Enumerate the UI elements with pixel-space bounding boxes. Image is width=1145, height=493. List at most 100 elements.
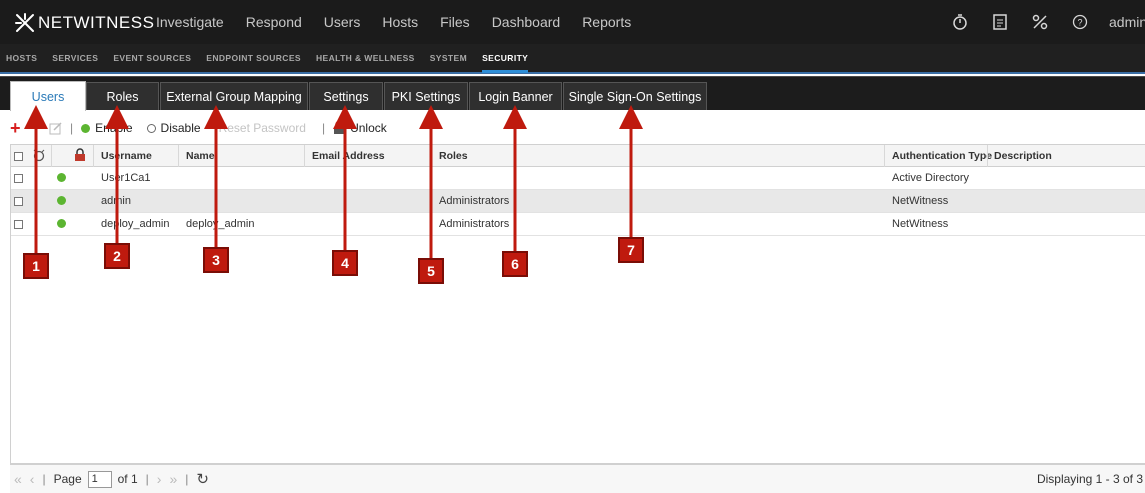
top-navigation-bar: NETWITNESS Investigate Respond Users Hos… — [0, 0, 1145, 44]
unlock-button[interactable]: Unlock — [333, 121, 387, 135]
unlock-label: Unlock — [350, 121, 387, 135]
cell-roles: Administrators — [439, 195, 510, 207]
enable-label: Enable — [95, 121, 133, 135]
nav-investigate[interactable]: Investigate — [156, 14, 224, 30]
column-divider — [93, 145, 94, 167]
user-menu[interactable]: admin — [1109, 14, 1145, 30]
help-icon[interactable]: ? — [1069, 11, 1091, 33]
page-count-label: of 1 — [117, 472, 138, 486]
callout-3: 3 — [203, 247, 229, 273]
grid-header: Username Name Email Address Roles Authen… — [11, 145, 1145, 167]
callout-6: 6 — [502, 251, 528, 277]
cell-authentication-type: Active Directory — [892, 172, 970, 184]
callout-4: 4 — [332, 250, 358, 276]
column-header-authentication-type[interactable]: Authentication Type — [892, 145, 992, 167]
table-row[interactable]: deploy_admin deploy_admin Administrators… — [11, 213, 1145, 236]
row-checkbox[interactable] — [14, 197, 23, 206]
main-nav: Investigate Respond Users Hosts Files Da… — [156, 14, 653, 30]
alarm-clock-icon — [32, 148, 46, 165]
page-number-input[interactable]: 1 — [87, 470, 112, 488]
pager-separator: | — [42, 472, 46, 486]
last-page-icon[interactable]: » — [169, 471, 177, 487]
tab-users[interactable]: Users — [10, 81, 86, 111]
subnav-event-sources[interactable]: EVENT SOURCES — [113, 53, 191, 63]
next-page-icon[interactable]: › — [157, 471, 162, 487]
column-header-roles[interactable]: Roles — [439, 145, 468, 167]
users-toolbar: + − | Enable Disable Reset Password | Un… — [10, 114, 1145, 142]
subnav-health-wellness[interactable]: HEALTH & WELLNESS — [316, 53, 415, 63]
cell-username: User1Ca1 — [101, 172, 151, 184]
tab-roles[interactable]: Roles — [86, 82, 159, 110]
cell-username: admin — [101, 195, 131, 207]
admin-sub-nav: HOSTS SERVICES EVENT SOURCES ENDPOINT SO… — [0, 44, 1145, 74]
add-icon[interactable]: + — [10, 119, 21, 137]
reset-password-button[interactable]: Reset Password — [219, 121, 306, 135]
row-checkbox[interactable] — [14, 174, 23, 183]
column-header-username[interactable]: Username — [101, 145, 152, 167]
column-divider — [304, 145, 305, 167]
column-header-description[interactable]: Description — [994, 145, 1052, 167]
svg-text:?: ? — [1077, 18, 1082, 28]
tools-icon[interactable] — [1029, 11, 1051, 33]
column-divider — [51, 145, 52, 167]
netwitness-logo[interactable]: NETWITNESS — [14, 12, 154, 34]
enable-status-icon — [81, 123, 91, 133]
refresh-icon[interactable]: ↻ — [196, 470, 209, 488]
cell-username: deploy_admin — [101, 218, 170, 230]
column-divider — [431, 145, 432, 167]
nav-reports[interactable]: Reports — [582, 14, 631, 30]
callout-1: 1 — [23, 253, 49, 279]
tab-login-banner[interactable]: Login Banner — [469, 82, 562, 110]
nav-hosts[interactable]: Hosts — [382, 14, 418, 30]
right-nav: ? admin — [949, 11, 1145, 33]
column-header-name[interactable]: Name — [186, 145, 215, 167]
subnav-endpoint-sources[interactable]: ENDPOINT SOURCES — [206, 53, 301, 63]
nav-dashboard[interactable]: Dashboard — [492, 14, 561, 30]
previous-page-icon[interactable]: ‹ — [30, 471, 35, 487]
first-page-icon[interactable]: « — [14, 471, 22, 487]
column-header-email[interactable]: Email Address — [312, 145, 385, 167]
security-tab-strip: Users Roles External Group Mapping Setti… — [0, 76, 1145, 111]
table-row[interactable]: admin Administrators NetWitness — [11, 190, 1145, 213]
callout-2: 2 — [104, 243, 130, 269]
subnav-security[interactable]: SECURITY — [482, 53, 529, 73]
disable-button[interactable]: Disable — [146, 121, 201, 135]
pager-separator: | — [145, 472, 149, 486]
subnav-hosts[interactable]: HOSTS — [6, 53, 37, 63]
tab-pki-settings[interactable]: PKI Settings — [384, 82, 468, 110]
pager-separator: | — [185, 472, 189, 486]
select-all-checkbox[interactable] — [14, 152, 23, 161]
column-divider — [178, 145, 179, 167]
unlock-icon — [334, 121, 345, 134]
toolbar-separator: | — [321, 121, 326, 135]
tab-external-group-mapping[interactable]: External Group Mapping — [160, 82, 308, 110]
cell-authentication-type: NetWitness — [892, 218, 949, 230]
row-checkbox[interactable] — [14, 220, 23, 229]
subnav-services[interactable]: SERVICES — [52, 53, 98, 63]
column-divider — [884, 145, 885, 167]
clipboard-icon[interactable] — [989, 11, 1011, 33]
remove-icon[interactable]: − — [29, 119, 40, 137]
users-grid: Username Name Email Address Roles Authen… — [10, 144, 1145, 464]
table-row[interactable]: User1Ca1 Active Directory — [11, 167, 1145, 190]
nav-respond[interactable]: Respond — [246, 14, 302, 30]
disable-label: Disable — [160, 121, 201, 135]
disable-status-icon — [146, 123, 156, 133]
nav-files[interactable]: Files — [440, 14, 470, 30]
timer-icon[interactable] — [949, 11, 971, 33]
callout-5: 5 — [418, 258, 444, 284]
tab-settings[interactable]: Settings — [309, 82, 383, 110]
cell-name: deploy_admin — [186, 218, 255, 230]
enabled-status-icon — [57, 173, 66, 182]
edit-icon[interactable] — [49, 121, 62, 135]
pagination-bar: « ‹ | Page 1 of 1 | › » | ↻ Displaying 1… — [10, 464, 1145, 493]
enable-button[interactable]: Enable — [81, 121, 133, 135]
enabled-status-icon — [57, 219, 66, 228]
subnav-system[interactable]: SYSTEM — [430, 53, 467, 63]
cell-roles: Administrators — [439, 218, 510, 230]
nav-users[interactable]: Users — [324, 14, 361, 30]
tab-single-sign-on-settings[interactable]: Single Sign-On Settings — [563, 82, 707, 110]
logo-text: NETWITNESS — [38, 13, 155, 32]
cell-authentication-type: NetWitness — [892, 195, 949, 207]
callout-7: 7 — [618, 237, 644, 263]
